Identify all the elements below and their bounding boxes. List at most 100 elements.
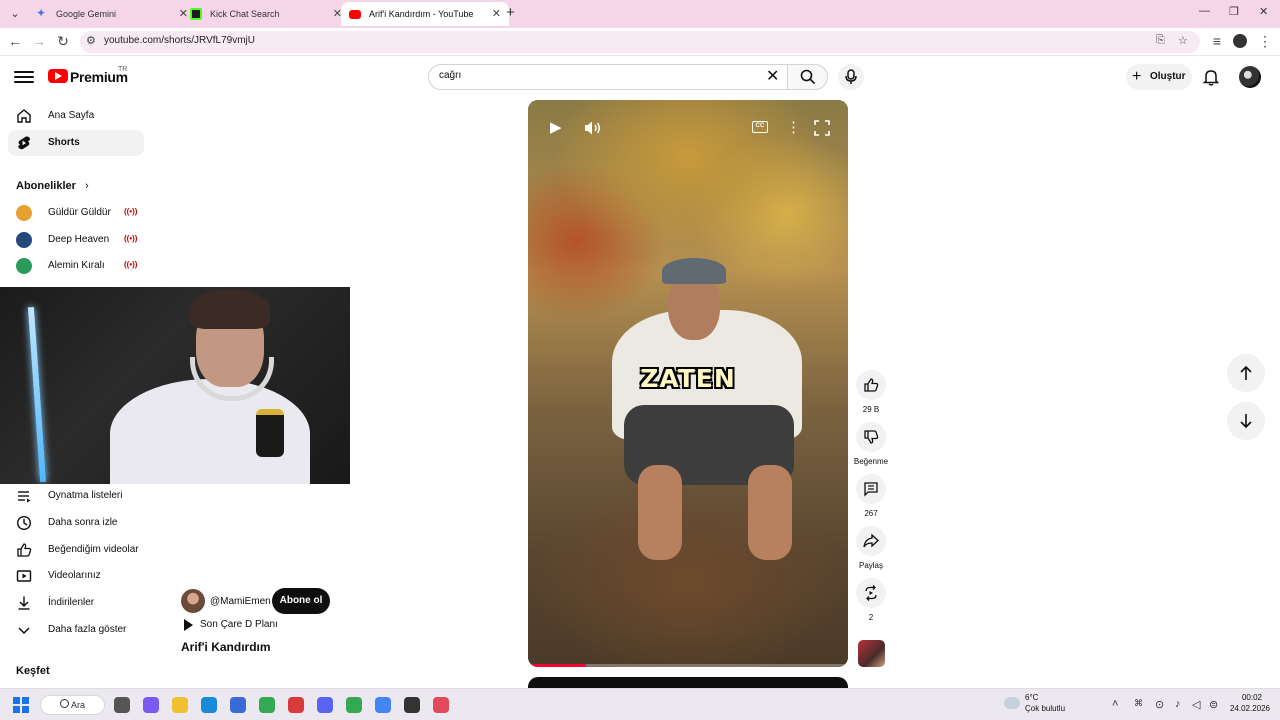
weather-description[interactable]: Çok bulutlu bbox=[1025, 704, 1065, 713]
sidebar-item-your-videos[interactable]: Videolarınız bbox=[8, 563, 144, 589]
more-options-icon[interactable]: ⋮ bbox=[786, 118, 801, 136]
channel-avatar bbox=[16, 232, 32, 248]
window-close-icon[interactable]: ✕ bbox=[1259, 5, 1268, 18]
shorts-icon bbox=[18, 136, 30, 150]
close-icon[interactable]: ✕ bbox=[492, 2, 501, 26]
video-icon bbox=[16, 570, 32, 582]
cloud-icon[interactable] bbox=[1004, 697, 1020, 709]
comments-button[interactable] bbox=[856, 474, 886, 504]
search-icon bbox=[60, 699, 69, 708]
forward-icon[interactable]: → bbox=[30, 33, 48, 49]
music-track-link[interactable]: Son Çare D Planı bbox=[200, 619, 278, 630]
sidebar-item-liked-videos[interactable]: Beğendiğim videolar bbox=[8, 537, 144, 563]
clear-search-icon[interactable]: ✕ bbox=[766, 66, 779, 86]
chevron-down-icon bbox=[18, 627, 30, 635]
chrome-profile-icon[interactable] bbox=[346, 697, 362, 713]
back-icon[interactable]: ← bbox=[6, 33, 24, 49]
fullscreen-icon[interactable] bbox=[814, 120, 830, 136]
snipping-tool-icon[interactable] bbox=[433, 697, 449, 713]
live-indicator-icon: ((•)) bbox=[124, 207, 138, 216]
video-progress-bar[interactable] bbox=[528, 664, 848, 667]
store-icon[interactable] bbox=[230, 697, 246, 713]
search-input[interactable] bbox=[439, 70, 759, 81]
subscription-item[interactable]: Alemin Kıralı ((•)) bbox=[8, 253, 144, 279]
sidebar-item-show-more[interactable]: Daha fazla göster bbox=[8, 617, 144, 643]
download-icon bbox=[18, 596, 30, 610]
copilot-icon[interactable] bbox=[143, 697, 159, 713]
letter-l-app-icon[interactable] bbox=[288, 697, 304, 713]
new-tab-icon[interactable]: + bbox=[506, 4, 515, 21]
tab-search-icon[interactable]: ⌄ bbox=[6, 5, 24, 23]
browser-tab-kick[interactable]: Kick Chat Search ✕ bbox=[182, 2, 350, 26]
next-short-button[interactable] bbox=[1227, 402, 1265, 440]
channel-avatar bbox=[16, 205, 32, 221]
subscriptions-title[interactable]: Abonelikler › bbox=[16, 180, 89, 192]
url-text[interactable]: youtube.com/shorts/JRVfL79vmjU bbox=[104, 35, 255, 46]
hamburger-menu-icon[interactable] bbox=[14, 68, 34, 86]
volume-tray-icon[interactable]: ◁ bbox=[1192, 698, 1200, 711]
sound-thumbnail[interactable] bbox=[858, 640, 885, 667]
voice-search-button[interactable] bbox=[838, 64, 864, 90]
subscribe-button[interactable]: Abone ol bbox=[272, 588, 330, 614]
notifications-bell-icon[interactable] bbox=[1201, 67, 1221, 87]
sidebar-item-label: Güldür Güldür bbox=[48, 207, 111, 218]
task-view-icon[interactable] bbox=[114, 697, 130, 713]
chrome-icon[interactable] bbox=[259, 697, 275, 713]
file-explorer-icon[interactable] bbox=[172, 697, 188, 713]
reload-icon[interactable]: ↻ bbox=[54, 33, 72, 50]
dislike-button[interactable] bbox=[856, 422, 886, 452]
reading-list-icon[interactable]: ≡ bbox=[1208, 33, 1226, 49]
chrome-profile-2-icon[interactable] bbox=[375, 697, 391, 713]
subscriptions-title-text: Abonelikler bbox=[16, 180, 76, 192]
browser-tab-youtube[interactable]: Arif'i Kandırdım - YouTube ✕ bbox=[341, 2, 509, 26]
minimize-icon[interactable]: — bbox=[1199, 5, 1210, 17]
windows-start-icon[interactable] bbox=[13, 697, 29, 713]
microphone-tray-icon[interactable]: ⊙ bbox=[1155, 698, 1164, 711]
site-info-icon[interactable]: ⚙ bbox=[86, 34, 96, 47]
bookmark-star-icon[interactable]: ☆ bbox=[1178, 34, 1188, 47]
chevron-up-icon[interactable]: ˄ bbox=[1112, 698, 1118, 710]
browser-tab-gemini[interactable]: ✦ Google Gemini ✕ bbox=[28, 2, 196, 26]
volume-icon[interactable] bbox=[584, 120, 602, 136]
discord-icon[interactable] bbox=[317, 697, 333, 713]
account-avatar[interactable] bbox=[1239, 66, 1261, 88]
clock-date[interactable]: 24.02.2026 bbox=[1224, 704, 1276, 713]
network-tray-icon[interactable]: ⊜ bbox=[1209, 698, 1218, 711]
subscription-item[interactable]: Deep Heaven ((•)) bbox=[8, 227, 144, 253]
clock-time[interactable]: 00:02 bbox=[1232, 693, 1272, 702]
edge-icon[interactable] bbox=[201, 697, 217, 713]
copilot-tray-icon[interactable]: ⌘ bbox=[1134, 698, 1143, 709]
play-icon[interactable]: ▶ bbox=[550, 118, 562, 136]
profile-icon[interactable] bbox=[1233, 34, 1247, 48]
channel-avatar[interactable] bbox=[181, 589, 205, 613]
speaker-tray-icon[interactable]: ♪ bbox=[1175, 698, 1181, 710]
thumb-up-icon bbox=[17, 543, 32, 557]
channel-name[interactable]: @MamiEmen bbox=[210, 596, 271, 607]
install-icon[interactable]: ⎘ bbox=[1156, 34, 1165, 47]
shorts-video-player[interactable]: ZATEN ▶ CC ⋮ bbox=[528, 100, 848, 667]
previous-short-button[interactable] bbox=[1227, 354, 1265, 392]
sidebar-item-watch-later[interactable]: Daha sonra izle bbox=[8, 510, 144, 536]
create-button[interactable]: + Oluştur bbox=[1126, 64, 1192, 90]
remix-button[interactable] bbox=[856, 578, 886, 608]
sidebar-item-home[interactable]: Ana Sayfa bbox=[8, 103, 144, 129]
sidebar-item-label: Daha fazla göster bbox=[48, 624, 127, 635]
chevron-right-icon: › bbox=[84, 180, 89, 192]
address-bar[interactable]: ⚙ youtube.com/shorts/JRVfL79vmjU ⎘ ☆ bbox=[80, 31, 1200, 53]
sidebar-item-downloads[interactable]: İndirilenler bbox=[8, 590, 144, 616]
like-button[interactable] bbox=[856, 370, 886, 400]
sidebar-item-shorts[interactable]: Shorts bbox=[8, 130, 144, 156]
taskbar-search[interactable]: Ara bbox=[40, 695, 105, 715]
kebab-menu-icon[interactable]: ⋮ bbox=[1256, 33, 1274, 50]
share-button[interactable] bbox=[856, 526, 886, 556]
subscription-item[interactable]: Güldür Güldür ((•)) bbox=[8, 200, 144, 226]
youtube-logo-icon[interactable] bbox=[48, 69, 68, 83]
search-button[interactable] bbox=[787, 64, 828, 90]
obs-icon[interactable] bbox=[404, 697, 420, 713]
weather-temperature[interactable]: 6°C bbox=[1025, 693, 1038, 702]
restore-icon[interactable]: ❐ bbox=[1229, 5, 1239, 18]
sidebar-item-playlists[interactable]: Oynatma listeleri bbox=[8, 483, 144, 509]
browser-toolbar: ← → ↻ ⚙ youtube.com/shorts/JRVfL79vmjU ⎘… bbox=[0, 28, 1280, 56]
sidebar-item-label: Beğendiğim videolar bbox=[48, 544, 139, 555]
captions-icon[interactable]: CC bbox=[752, 121, 768, 133]
